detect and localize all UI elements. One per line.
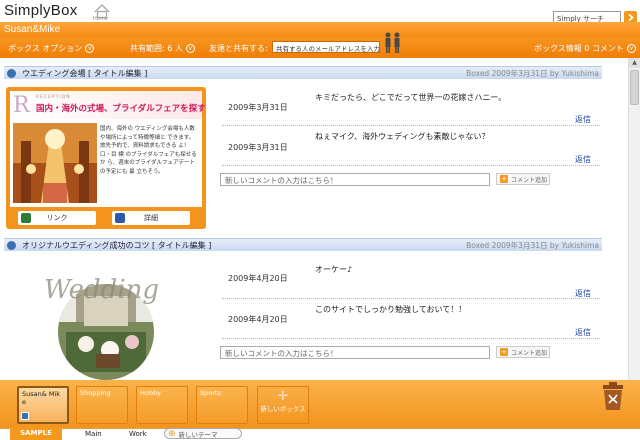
plus-icon: ✛ bbox=[277, 389, 289, 404]
share-label: 友達と共有する: bbox=[209, 44, 268, 53]
comment-input[interactable]: 新しいコメントの入力はこちら！ bbox=[220, 346, 490, 359]
share-email-input[interactable]: 共有する人のメールアドレスを入力 bbox=[272, 41, 380, 53]
dock-box-susan-mike[interactable]: Susan& Mik e bbox=[17, 386, 69, 424]
reply-link[interactable]: 返信 bbox=[575, 327, 591, 338]
new-theme-label: 新しいテーマ bbox=[178, 430, 218, 439]
username: Susan&Mike bbox=[4, 24, 61, 35]
comment-text: ねぇマイク、海外ウェディングも素敵じゃない？ bbox=[315, 132, 490, 141]
box-info-label: ボックス情報 0 コメント bbox=[534, 44, 624, 53]
comment-divider bbox=[222, 298, 600, 299]
card-headline: 国内・海外の式場、ブライダルフェアを探す bbox=[36, 104, 206, 114]
dock-box-label: Hobby bbox=[140, 389, 161, 397]
chevron-down-icon: ∨ bbox=[85, 44, 95, 53]
scroll-up-icon[interactable]: ▲ bbox=[629, 58, 640, 68]
trash-icon[interactable] bbox=[600, 381, 626, 411]
new-box-button[interactable]: ✛ 新しいボックス bbox=[257, 386, 309, 424]
shared-range-label: 共有範囲: 6 人 bbox=[130, 44, 183, 53]
link-icon bbox=[21, 213, 31, 223]
vertical-scrollbar[interactable]: ▲ bbox=[628, 58, 640, 380]
section-title[interactable]: オリジナルウエディング成功のコツ [ タイトル編集 ] bbox=[22, 240, 211, 251]
plus-icon: + bbox=[500, 348, 508, 356]
comment-date: 2009年4月20日 bbox=[228, 274, 288, 283]
tab-sample[interactable]: SAMPLE bbox=[10, 427, 62, 440]
comment-divider bbox=[222, 125, 600, 126]
dock-box-label: Sports bbox=[200, 389, 221, 397]
reception-label: RECEPTION bbox=[36, 95, 71, 100]
box-options-menu[interactable]: ボックス オプション ∨ bbox=[8, 43, 95, 54]
comment-date: 2009年4月20日 bbox=[228, 315, 288, 324]
new-theme-button[interactable]: ⊕ 新しいテーマ bbox=[164, 428, 242, 439]
add-comment-label: コメント追加 bbox=[511, 349, 548, 357]
link-card: R RECEPTION 国内・海外の式場、ブライダルフェアを探す 国内、海外の … bbox=[6, 87, 206, 229]
dock-box-label: Shopping bbox=[80, 389, 111, 397]
shared-range-menu[interactable]: 共有範囲: 6 人 ∨ bbox=[130, 43, 195, 54]
tab-work[interactable]: Work bbox=[129, 430, 147, 438]
box-options-label: ボックス オプション bbox=[8, 44, 83, 53]
scroll-thumb[interactable] bbox=[630, 70, 639, 105]
dock-box-shopping[interactable]: Shopping bbox=[76, 386, 128, 424]
comment-date: 2009年3月31日 bbox=[228, 143, 288, 152]
tab-main[interactable]: Main bbox=[85, 430, 102, 438]
detail-icon bbox=[115, 213, 125, 223]
section-title[interactable]: ウエディング会場 [ タイトル編集 ] bbox=[22, 68, 147, 79]
comment-divider bbox=[222, 165, 600, 166]
wedding-image: Wedding bbox=[44, 275, 159, 380]
dock-box-label: Susan& Mik e bbox=[22, 390, 61, 406]
card-description: 国内、海外の ウエディング会場も人数 や場所によって特徴等細と できます。旅先予… bbox=[100, 126, 197, 175]
plus-icon: ⊕ bbox=[168, 428, 176, 439]
reply-link[interactable]: 返信 bbox=[575, 114, 591, 125]
chevron-down-icon: ∨ bbox=[185, 44, 195, 53]
box-info-menu[interactable]: ボックス情報 0 コメント ∨ bbox=[534, 43, 636, 54]
link-button[interactable]: リンク bbox=[18, 211, 96, 225]
shared-icon bbox=[21, 412, 29, 420]
add-comment-button[interactable]: + コメント追加 bbox=[496, 346, 550, 358]
card-content: R RECEPTION 国内・海外の式場、ブライダルフェアを探す 国内、海外の … bbox=[10, 91, 206, 207]
comment-text: このサイトでしっかり勉強しておいて！！ bbox=[315, 305, 467, 314]
section-header: オリジナルウエディング成功のコツ [ タイトル編集 ] Boxed 2009年3… bbox=[4, 238, 602, 251]
dock-box-hobby[interactable]: Hobby bbox=[136, 386, 188, 424]
section-meta: Boxed 2009年3月31日 by Yukishima bbox=[466, 69, 599, 78]
search-arrow-icon bbox=[628, 13, 634, 22]
section-meta: Boxed 2009年3月31日 by Yukishima bbox=[466, 241, 599, 250]
plus-icon: + bbox=[500, 175, 508, 183]
detail-button-label: 詳細 bbox=[144, 214, 158, 222]
chapel-photo bbox=[13, 123, 97, 203]
user-band bbox=[0, 22, 640, 38]
dock-box-sports[interactable]: Sports bbox=[196, 386, 248, 424]
section-header: ウエディング会場 [ タイトル編集 ] Boxed 2009年3月31日 by … bbox=[4, 66, 602, 79]
section-toggle-icon[interactable] bbox=[7, 69, 16, 78]
comment-input[interactable]: 新しいコメントの入力はこちら！ bbox=[220, 173, 490, 186]
new-box-label: 新しいボックス bbox=[260, 405, 306, 413]
wedding-image-text: Wedding bbox=[44, 275, 159, 305]
detail-button[interactable]: 詳細 bbox=[112, 211, 190, 225]
comment-text: キミだったら、どこでだって世界一の花嫁さハニー。 bbox=[315, 93, 507, 102]
app-logo[interactable]: SimplyBox bbox=[4, 2, 78, 19]
reception-logo: R bbox=[13, 93, 30, 118]
comment-text: オーケー♪ bbox=[315, 265, 353, 274]
link-button-label: リンク bbox=[46, 214, 68, 222]
people-icon bbox=[385, 32, 400, 53]
comment-date: 2009年3月31日 bbox=[228, 103, 288, 112]
add-comment-button[interactable]: + コメント追加 bbox=[496, 173, 550, 185]
chevron-down-icon: ∨ bbox=[626, 44, 636, 53]
reply-link[interactable]: 返信 bbox=[575, 154, 591, 165]
add-comment-label: コメント追加 bbox=[511, 176, 548, 184]
section-toggle-icon[interactable] bbox=[7, 241, 16, 250]
comment-divider bbox=[222, 338, 600, 339]
